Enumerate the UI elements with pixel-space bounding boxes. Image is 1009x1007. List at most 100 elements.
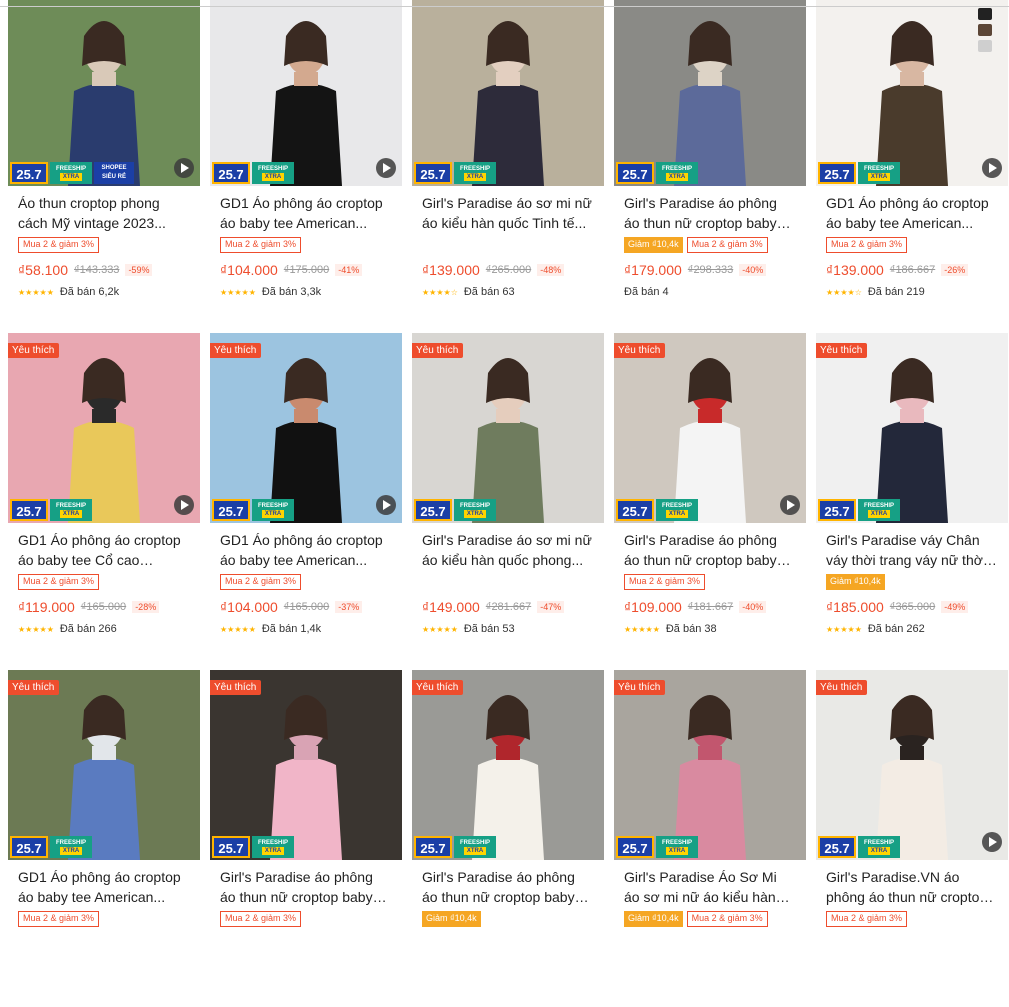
product-card[interactable]: 25.7 FREESHIP XTRA Girl's Paradise áo sơ … xyxy=(412,0,604,333)
promo-tags: Mua 2 & giảm 3% xyxy=(826,911,998,927)
promo-badges: 25.7 FREESHIP XTRA xyxy=(212,836,294,858)
product-grid: 25.7 FREESHIP XTRA SHOPEE SIÊU RẺ Áo thun c… xyxy=(8,0,1008,1007)
product-info: GD1 Áo phông áo croptop áo baby tee Amer… xyxy=(8,860,200,960)
rating-row: ★★★★★ Đã bán 266 xyxy=(18,623,190,635)
product-title[interactable]: GD1 Áo phông áo croptop áo baby tee Amer… xyxy=(220,193,392,233)
current-price: ₫58.100 xyxy=(18,262,69,278)
product-image[interactable]: Yêu thích 25.7 FREESHIP XTRA xyxy=(614,670,806,860)
original-price: ₫365.000 xyxy=(889,601,936,613)
price-row: ₫139.000 ₫265.000 -48% xyxy=(422,261,594,279)
rating-stars: ★★★★☆ xyxy=(826,287,862,297)
product-image[interactable]: Yêu thích 25.7 FREESHIP XTRA xyxy=(412,670,604,860)
product-card[interactable]: 25.7 FREESHIP XTRA GD1 Áo phông áo cropto… xyxy=(210,0,402,333)
product-title[interactable]: Girl's Paradise áo phông áo thun nữ crop… xyxy=(422,867,594,907)
top-divider xyxy=(0,6,1009,7)
freeship-badge: FREESHIP XTRA xyxy=(252,162,294,184)
sold-count: Đã bán 1,4k xyxy=(261,623,322,635)
product-image[interactable]: Yêu thích 25.7 FREESHIP XTRA xyxy=(210,670,402,860)
product-image[interactable]: 25.7 FREESHIP XTRA SHOPEE SIÊU RẺ xyxy=(8,0,200,186)
xtra-label: XTRA xyxy=(59,847,83,855)
play-video-icon[interactable] xyxy=(982,158,1002,178)
product-card[interactable]: 25.7 FREESHIP XTRA SHOPEE SIÊU RẺ Áo thun c… xyxy=(8,0,200,333)
product-image[interactable]: Yêu thích 25.7 FREESHIP XTRA xyxy=(816,333,1008,523)
rating-row: ★★★★★ Đã bán 53 xyxy=(422,623,594,635)
discount-badge: -40% xyxy=(739,264,767,276)
sold-count: Đã bán 38 xyxy=(665,623,717,635)
product-card[interactable]: Yêu thích 25.7 FREESHIP XTRA GD1 Áo phông… xyxy=(8,333,200,670)
product-image[interactable]: 25.7 FREESHIP XTRA xyxy=(816,0,1008,186)
product-image[interactable]: Yêu thích 25.7 FREESHIP XTRA xyxy=(614,333,806,523)
product-card[interactable]: 25.7 FREESHIP XTRA Girl's Paradise áo phô… xyxy=(614,0,806,333)
play-video-icon[interactable] xyxy=(376,495,396,515)
product-title[interactable]: GD1 Áo phông áo croptop áo baby tee Cổ c… xyxy=(18,530,190,570)
freeship-label: FREESHIP xyxy=(459,840,490,846)
price-row: ₫149.000 ₫281.667 -47% xyxy=(422,598,594,616)
product-title[interactable]: GD1 Áo phông áo croptop áo baby tee Amer… xyxy=(18,867,190,907)
product-card[interactable]: Yêu thích 25.7 FREESHIP XTRA GD1 Áo phông… xyxy=(8,670,200,1007)
product-card[interactable]: Yêu thích 25.7 FREESHIP XTRA Girl's Parad… xyxy=(816,333,1008,670)
product-image[interactable]: Yêu thích 25.7 FREESHIP XTRA xyxy=(8,333,200,523)
xtra-label: XTRA xyxy=(463,173,487,181)
product-photo xyxy=(412,333,604,523)
product-card[interactable]: Yêu thích 25.7 FREESHIP XTRA Girl's Parad… xyxy=(614,333,806,670)
product-image[interactable]: Yêu thích 25.7 FREESHIP XTRA xyxy=(8,670,200,860)
rating-row: ★★★★★ Đã bán 38 xyxy=(624,623,796,635)
product-title[interactable]: Girl's Paradise áo phông áo thun nữ crop… xyxy=(220,867,392,907)
product-title[interactable]: GD1 Áo phông áo croptop áo baby tee Amer… xyxy=(826,193,998,233)
freeship-badge: FREESHIP XTRA xyxy=(656,499,698,521)
mall-bottom-label: SIÊU RẺ xyxy=(101,174,126,180)
product-title[interactable]: Girl's Paradise áo phông áo thun nữ crop… xyxy=(624,530,796,570)
promo-tag: Mua 2 & giảm 3% xyxy=(686,237,768,253)
promo-badges: 25.7 FREESHIP XTRA xyxy=(414,836,496,858)
product-image[interactable]: 25.7 FREESHIP XTRA xyxy=(412,0,604,186)
play-video-icon[interactable] xyxy=(174,495,194,515)
product-card[interactable]: Yêu thích 25.7 FREESHIP XTRA Girl's Parad… xyxy=(412,670,604,1007)
product-title[interactable]: GD1 Áo phông áo croptop áo baby tee Amer… xyxy=(220,530,392,570)
xtra-label: XTRA xyxy=(59,173,83,181)
product-card[interactable]: Yêu thích 25.7 FREESHIP XTRA Girl's Parad… xyxy=(412,333,604,670)
play-video-icon[interactable] xyxy=(780,495,800,515)
product-title[interactable]: Girl's Paradise áo sơ mi nữ áo kiểu hàn … xyxy=(422,530,594,570)
sale-day-badge: 25.7 xyxy=(616,499,654,521)
product-title[interactable]: Girl's Paradise váy Chân váy thời trang … xyxy=(826,530,998,570)
current-price: ₫149.000 xyxy=(422,599,480,615)
product-info: Girl's Paradise váy Chân váy thời trang … xyxy=(816,523,1008,635)
sale-day-badge: 25.7 xyxy=(414,162,452,184)
promo-tag: Mua 2 & giảm 3% xyxy=(686,911,768,927)
product-title[interactable]: Girl's Paradise Áo Sơ Mi áo sơ mi nữ áo … xyxy=(624,867,796,907)
color-swatch[interactable] xyxy=(978,8,992,20)
product-card[interactable]: 25.7 FREESHIP XTRA GD1 Áo phông áo cropto… xyxy=(816,0,1008,333)
play-video-icon[interactable] xyxy=(982,832,1002,852)
color-swatch[interactable] xyxy=(978,40,992,52)
product-image[interactable]: 25.7 FREESHIP XTRA xyxy=(614,0,806,186)
product-card[interactable]: Yêu thích 25.7 FREESHIP XTRA Girl's Parad… xyxy=(614,670,806,1007)
product-title[interactable]: Girl's Paradise áo sơ mi nữ áo kiểu hàn … xyxy=(422,193,594,233)
play-video-icon[interactable] xyxy=(174,158,194,178)
product-image[interactable]: Yêu thích 25.7 FREESHIP XTRA xyxy=(816,670,1008,860)
product-card[interactable]: Yêu thích 25.7 FREESHIP XTRA Girl's Parad… xyxy=(210,670,402,1007)
freeship-label: FREESHIP xyxy=(55,503,86,509)
promo-badges: 25.7 FREESHIP XTRA xyxy=(616,499,698,521)
freeship-badge: FREESHIP XTRA xyxy=(252,499,294,521)
sold-count: Đã bán 53 xyxy=(463,623,515,635)
product-card[interactable]: Yêu thích 25.7 FREESHIP XTRA GD1 Áo phông… xyxy=(210,333,402,670)
product-photo xyxy=(412,670,604,860)
product-image[interactable]: 25.7 FREESHIP XTRA xyxy=(210,0,402,186)
product-title[interactable]: Girl's Paradise áo phông áo thun nữ crop… xyxy=(624,193,796,233)
product-image[interactable]: Yêu thích 25.7 FREESHIP XTRA xyxy=(412,333,604,523)
product-title[interactable]: Girl's Paradise.VN áo phông áo thun nữ c… xyxy=(826,867,998,907)
xtra-label: XTRA xyxy=(261,847,285,855)
play-video-icon[interactable] xyxy=(376,158,396,178)
freeship-label: FREESHIP xyxy=(661,166,692,172)
promo-tags: Mua 2 & giảm 3% xyxy=(220,911,392,927)
product-info: Áo thun croptop phong cách Mỹ vintage 20… xyxy=(8,186,200,298)
color-swatch[interactable] xyxy=(978,24,992,36)
product-image[interactable]: Yêu thích 25.7 FREESHIP XTRA xyxy=(210,333,402,523)
product-title[interactable]: Áo thun croptop phong cách Mỹ vintage 20… xyxy=(18,193,190,233)
promo-tag: Giảm ₫10,4k xyxy=(422,911,481,927)
sold-count: Đã bán 219 xyxy=(867,286,925,298)
product-card[interactable]: Yêu thích 25.7 FREESHIP XTRA Girl's Parad… xyxy=(816,670,1008,1007)
original-price: ₫298.333 xyxy=(687,264,734,276)
xtra-label: XTRA xyxy=(463,847,487,855)
product-info: GD1 Áo phông áo croptop áo baby tee Amer… xyxy=(210,523,402,635)
